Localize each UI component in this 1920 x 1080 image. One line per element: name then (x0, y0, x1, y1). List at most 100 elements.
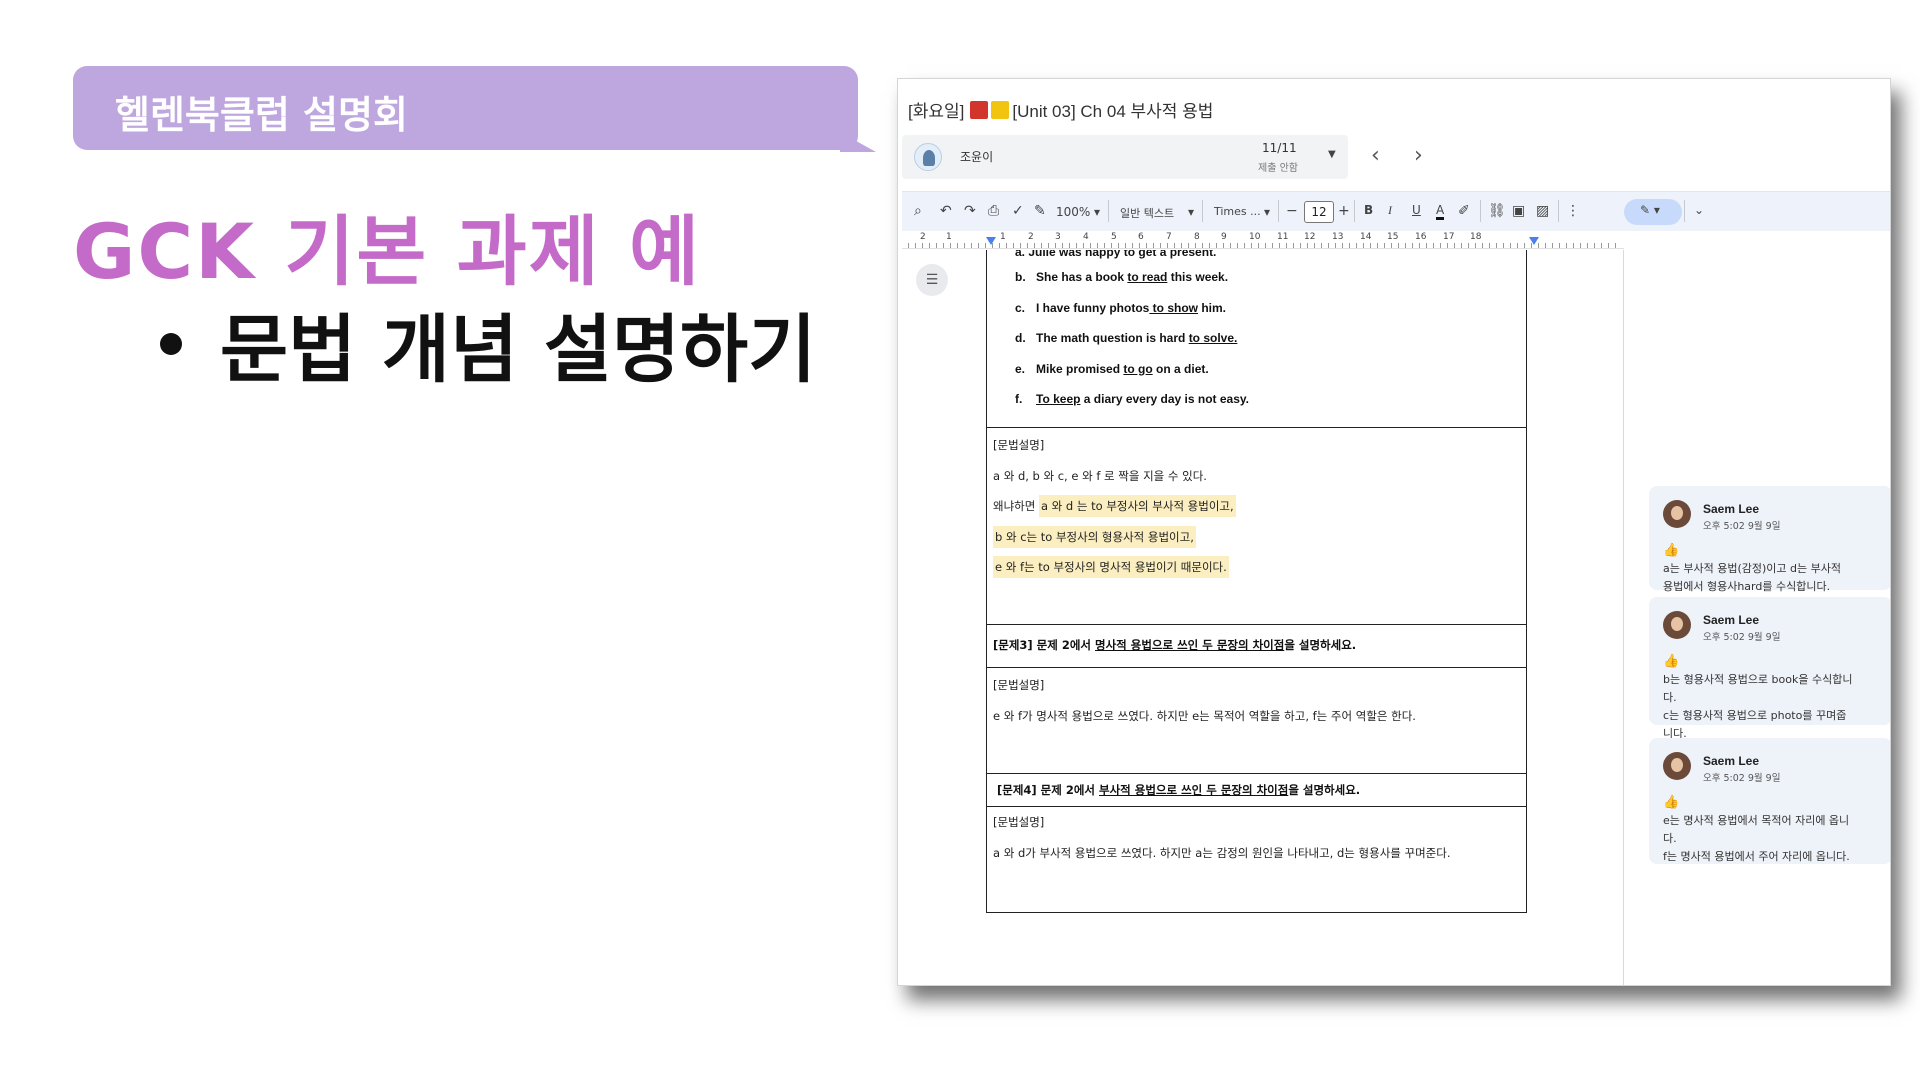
example-text: She has a book (1036, 270, 1128, 284)
outline-icon[interactable]: ☰ (916, 264, 948, 296)
comment-card[interactable]: Saem Lee 오후 5:02 9월 9일 👍 a는 부사적 용법(감정)이고 d는… (1649, 486, 1890, 593)
ruler-number: 7 (1166, 232, 1172, 242)
ruler-tick (971, 243, 972, 248)
ruler-number: 2 (920, 232, 926, 242)
example-underlined: To keep (1036, 392, 1081, 406)
example-label: b. (1015, 270, 1026, 284)
question-underlined: 부사적 용법으로 쓰인 두 문장의 차이점 (1099, 783, 1289, 797)
left-indent-marker[interactable] (986, 237, 996, 245)
assignment-table: a. Julie was happy to get a present. b. S… (986, 250, 1527, 913)
comment-line: c는 형용사적 용법으로 photo를 꾸며줍 (1663, 709, 1847, 722)
ruler-tick (1349, 243, 1350, 248)
ruler-tick (1398, 243, 1399, 248)
add-comment-icon[interactable]: ▣ (1512, 203, 1525, 219)
explanation-cell-3: [문법설명] a 와 d가 부사적 용법으로 쓰였다. 하지만 a는 감정의 원… (987, 807, 1526, 912)
comment-card[interactable]: Saem Lee 오후 5:02 9월 9일 👍 b는 형용사적 용법으로 book을… (1649, 597, 1890, 740)
question-text: 을 설명하세요. (1288, 783, 1361, 797)
ruler-tick (1181, 243, 1182, 248)
ruler-tick (1174, 243, 1175, 248)
doc-title-prefix: [화요일] (908, 102, 965, 121)
comment-card[interactable]: Saem Lee 오후 5:02 9월 9일 👍 e는 명사적 용법에서 목적어 자리… (1649, 738, 1890, 866)
ruler-tick (1447, 243, 1448, 248)
examples-cell: a. Julie was happy to get a present. b. S… (987, 250, 1526, 428)
ruler-number: 6 (1138, 232, 1144, 242)
font-caret-icon[interactable]: ▾ (1264, 205, 1270, 219)
ruler-tick (1601, 243, 1602, 248)
ruler-number: 9 (1221, 232, 1227, 242)
ruler-tick (1076, 243, 1077, 248)
ruler-number: 15 (1387, 232, 1399, 242)
zoom-caret-icon[interactable]: ▾ (1094, 205, 1100, 219)
insert-image-icon[interactable]: ▨ (1536, 203, 1549, 219)
ruler-tick (1125, 243, 1126, 248)
font-select[interactable]: Times ... (1214, 205, 1261, 218)
comment-line: 용법에서 형용사hard를 수식합니다. (1663, 580, 1831, 593)
spellcheck-icon[interactable]: ✓ (1012, 203, 1024, 219)
ruler-tick (1223, 243, 1224, 248)
ruler-tick (1188, 243, 1189, 248)
ruler-tick (957, 243, 958, 248)
ruler-number: 18 (1470, 232, 1482, 242)
ruler-tick (943, 243, 944, 248)
font-size-input[interactable]: 12 (1304, 201, 1334, 223)
highlight-icon[interactable]: ✐ (1458, 203, 1470, 219)
ruler-number: 10 (1249, 232, 1261, 242)
increase-font-icon[interactable]: + (1338, 203, 1350, 219)
decrease-font-icon[interactable]: − (1286, 203, 1298, 219)
caret-down-icon[interactable]: ▼ (1328, 149, 1336, 160)
text-color-button[interactable]: A (1436, 203, 1445, 220)
chevron-right-icon[interactable]: › (1414, 143, 1423, 168)
question-3: [문제3] 문제 2에서 명사적 용법으로 쓰인 두 문장의 차이점을 설명하세… (987, 638, 1526, 652)
student-selector[interactable]: 조윤이 11/11 제출 안함 ▼ (902, 135, 1348, 179)
paint-format-icon[interactable]: ✎ (1034, 203, 1046, 219)
more-icon[interactable]: ⋮ (1566, 203, 1580, 219)
print-icon[interactable]: ⎙ (988, 203, 999, 219)
ruler-tick (1363, 243, 1364, 248)
ruler-tick (1265, 243, 1266, 248)
comment-body: 👍 e는 명사적 용법에서 목적어 자리에 옵니 다. f는 명사적 용법에서 주어 … (1663, 794, 1878, 866)
bold-button[interactable]: B (1364, 203, 1373, 217)
ruler-tick (1538, 243, 1539, 248)
underline-button[interactable]: U (1412, 203, 1421, 217)
ruler-tick (1314, 243, 1315, 248)
ruler-tick (1468, 243, 1469, 248)
search-icon[interactable]: ⌕ (914, 203, 922, 219)
ruler-tick (1132, 243, 1133, 248)
ruler-number: 1 (1000, 232, 1006, 242)
example-underlined: to solve. (1188, 331, 1238, 345)
undo-icon[interactable]: ↶ (940, 203, 952, 219)
comment-line: 다. (1663, 832, 1677, 845)
example-row: b. She has a book to read this week. (987, 262, 1526, 293)
bullet-text: 문법 개념 설명하기 (220, 307, 817, 393)
commenter-avatar (1663, 611, 1691, 639)
ruler-tick (922, 243, 923, 248)
question-text: 을 설명하세요. (1284, 638, 1357, 652)
style-select[interactable]: 일반 텍스트 (1120, 205, 1174, 221)
ruler-tick (1251, 243, 1252, 248)
ruler-tick (1419, 243, 1420, 248)
ruler-tick (1370, 243, 1371, 248)
zoom-select[interactable]: 100% (1056, 205, 1090, 219)
ruler-tick (1566, 243, 1567, 248)
ruler-tick (908, 243, 909, 248)
ruler-tick (1489, 243, 1490, 248)
italic-button[interactable]: I (1388, 203, 1392, 218)
link-icon[interactable]: ⛓ (1488, 203, 1506, 219)
style-caret-icon[interactable]: ▾ (1188, 205, 1194, 219)
ruler-tick (1020, 243, 1021, 248)
ruler-tick (936, 243, 937, 248)
divider (1108, 200, 1109, 222)
ruler-number: 12 (1304, 232, 1316, 242)
example-underlined: to read (1127, 270, 1168, 284)
redo-icon[interactable]: ↷ (964, 203, 976, 219)
comment-line: b는 형용사적 용법으로 book을 수식합니 (1663, 673, 1853, 686)
example-text: Mike promised (1036, 361, 1124, 376)
ruler-tick (1391, 243, 1392, 248)
explain-text: 왜냐하면 (993, 499, 1039, 513)
ruler-tick (1573, 243, 1574, 248)
question-4: [문제4] 문제 2에서 부사적 용법으로 쓰인 두 문장의 차이점을 설명하세… (991, 783, 1526, 797)
ruler-tick (1496, 243, 1497, 248)
comments-panel: Saem Lee 오후 5:02 9월 9일 👍 a는 부사적 용법(감정)이고 d는… (1626, 250, 1890, 985)
chevron-left-icon[interactable]: ‹ (1371, 143, 1380, 168)
collapse-caret-icon[interactable]: ⌄ (1694, 203, 1704, 217)
